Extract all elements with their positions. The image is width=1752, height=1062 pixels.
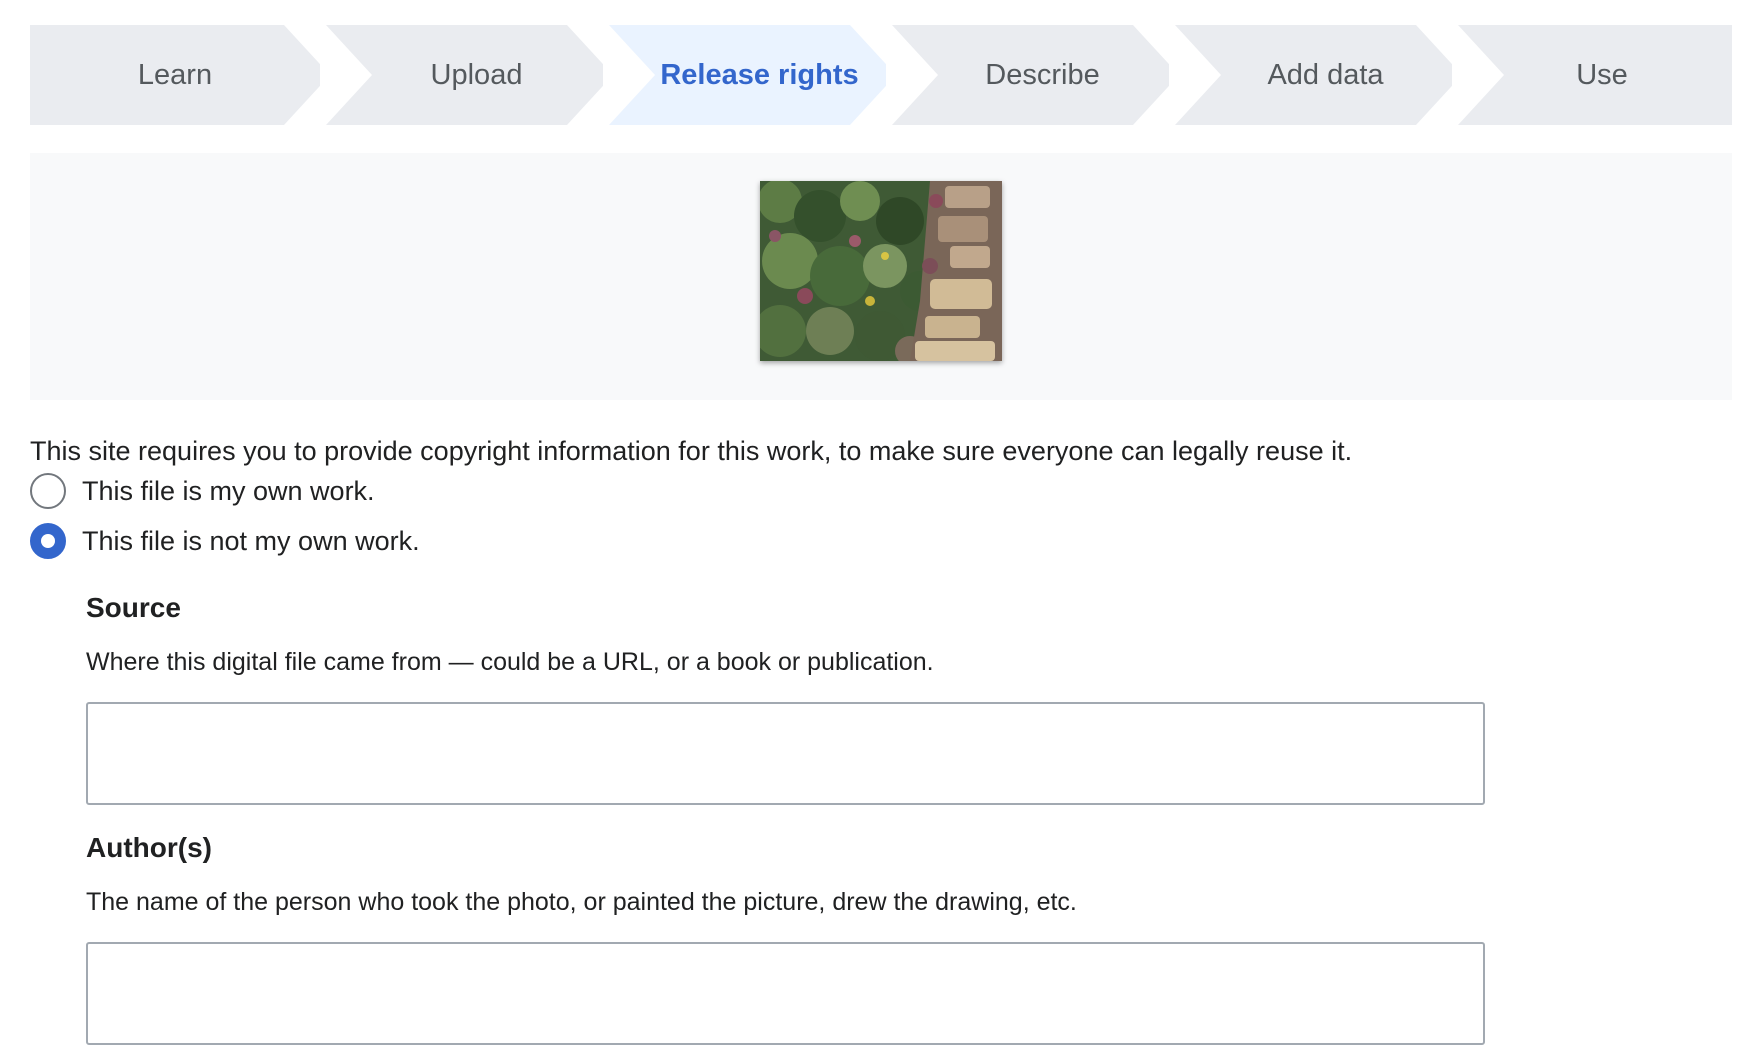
own-work-radio[interactable] bbox=[30, 473, 66, 509]
step-label: Release rights bbox=[660, 58, 859, 91]
source-field-group: Source Where this digital file came from… bbox=[86, 590, 1486, 805]
file-preview-area bbox=[30, 153, 1732, 400]
not-own-work-option[interactable]: This file is not my own work. bbox=[30, 523, 420, 559]
own-work-option[interactable]: This file is my own work. bbox=[30, 473, 375, 509]
step-label: Add data bbox=[1267, 58, 1384, 91]
author-label: Author(s) bbox=[86, 832, 212, 863]
step-learn[interactable]: Learn bbox=[30, 25, 320, 125]
garden-photo-thumbnail bbox=[760, 181, 1002, 361]
author-input[interactable] bbox=[86, 942, 1485, 1045]
source-help-text: Where this digital file came from — coul… bbox=[86, 648, 934, 676]
own-work-label: This file is my own work. bbox=[82, 475, 375, 506]
source-label: Source bbox=[86, 592, 181, 623]
step-label: Learn bbox=[137, 58, 213, 91]
step-upload[interactable]: Upload bbox=[320, 25, 603, 125]
step-use[interactable]: Use bbox=[1452, 25, 1732, 125]
not-own-work-radio[interactable] bbox=[30, 523, 66, 559]
photo-image bbox=[760, 181, 1002, 361]
author-help-text: The name of the person who took the phot… bbox=[86, 888, 1077, 916]
step-describe[interactable]: Describe bbox=[886, 25, 1169, 125]
step-label: Describe bbox=[985, 58, 1100, 91]
author-field-group: Author(s) The name of the person who too… bbox=[86, 830, 1486, 1045]
not-own-work-label: This file is not my own work. bbox=[82, 525, 420, 556]
upload-wizard-steps: Learn Upload Release rights Describe Add… bbox=[30, 25, 1732, 125]
step-label: Use bbox=[1576, 58, 1628, 91]
copyright-intro-text: This site requires you to provide copyri… bbox=[30, 436, 1353, 466]
step-release-rights[interactable]: Release rights bbox=[603, 25, 886, 125]
source-input[interactable] bbox=[86, 702, 1485, 805]
step-label: Upload bbox=[430, 58, 523, 91]
step-add-data[interactable]: Add data bbox=[1169, 25, 1452, 125]
